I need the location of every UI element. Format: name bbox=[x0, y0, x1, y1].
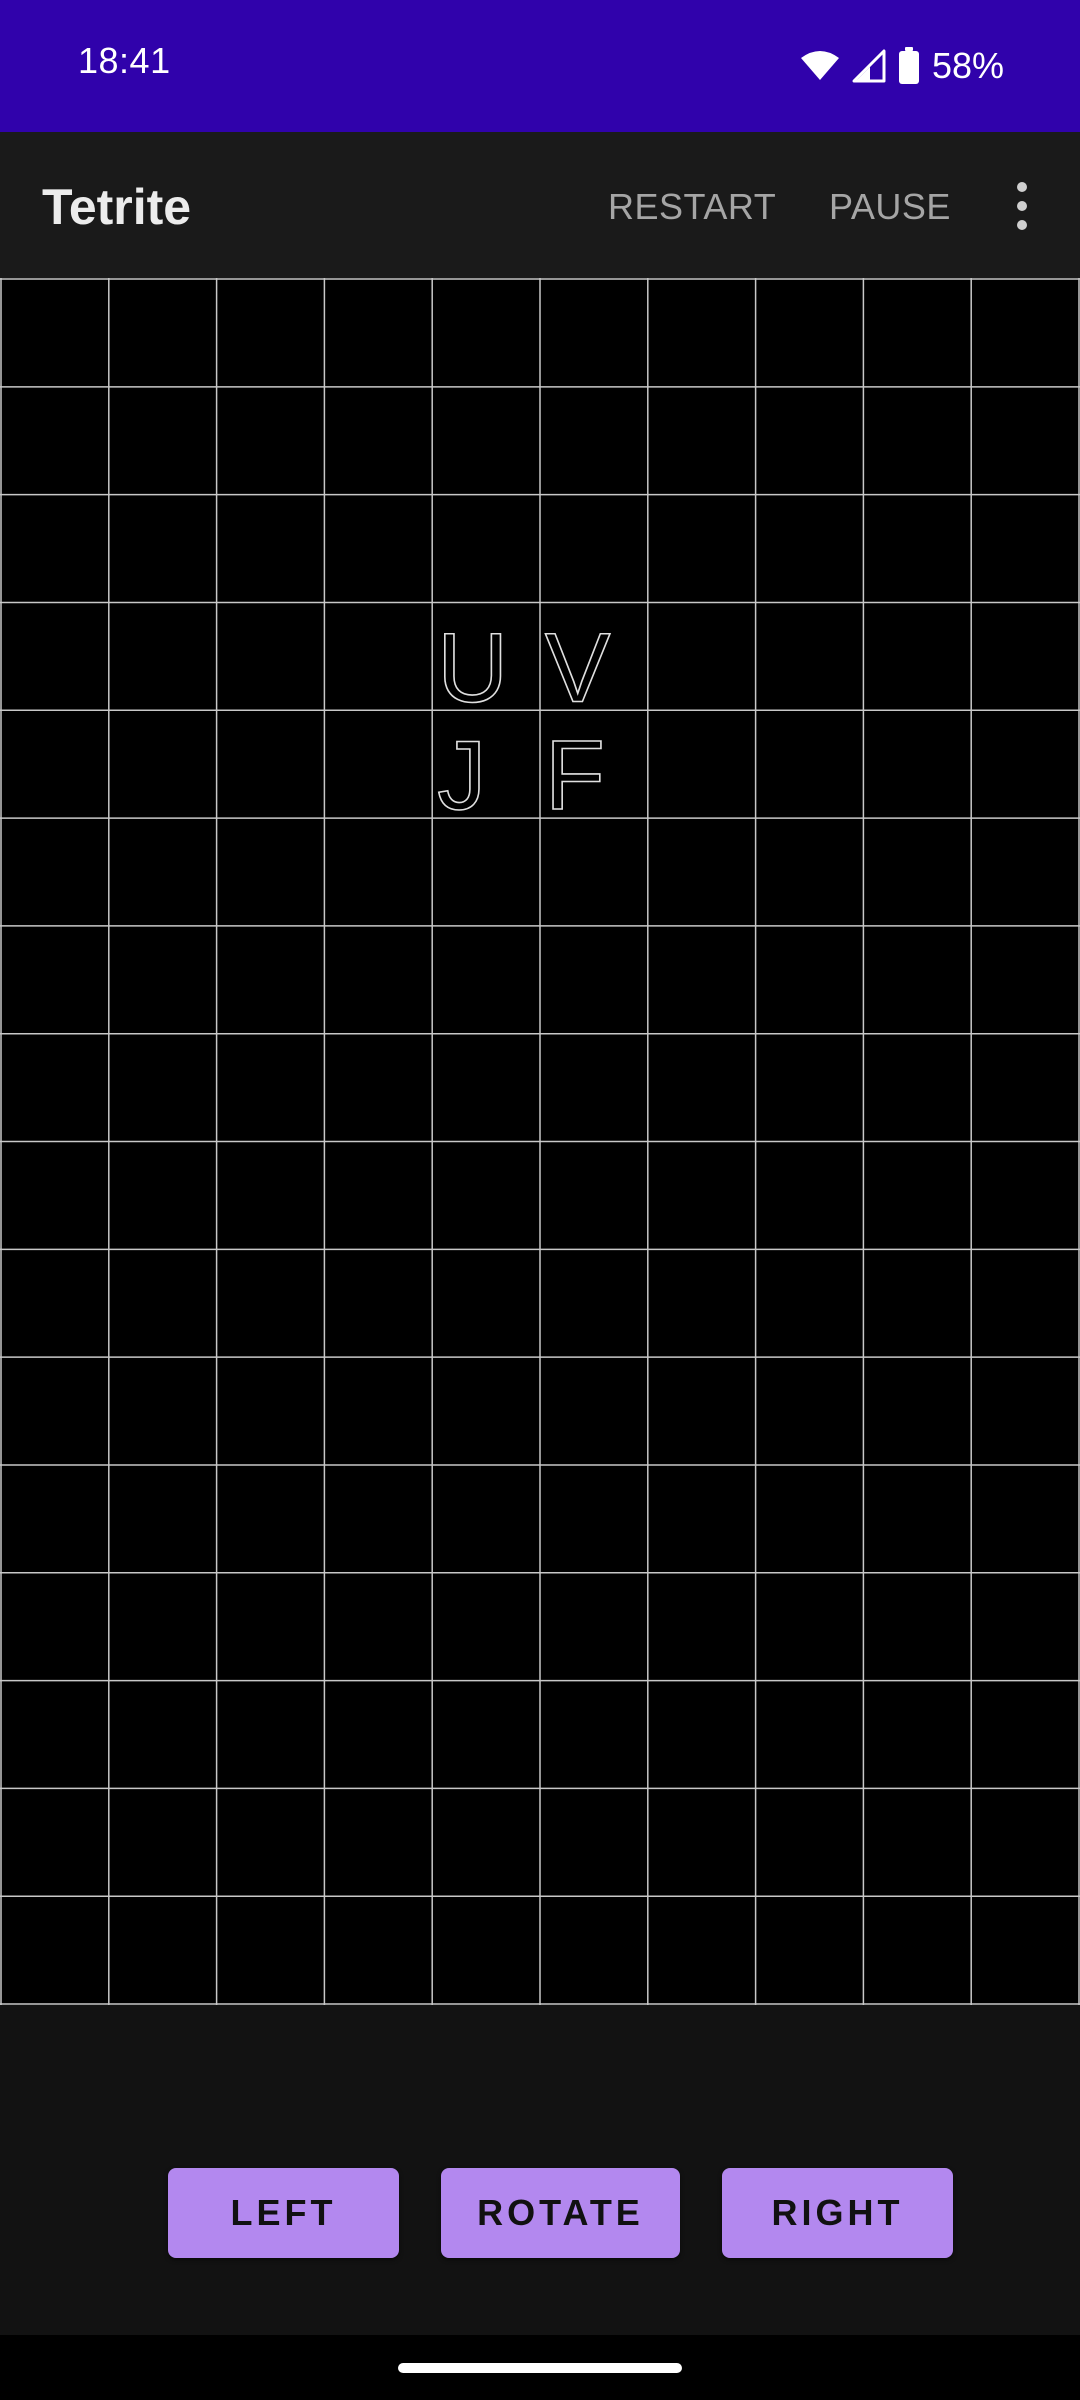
piece-letter: J bbox=[437, 720, 486, 830]
app-bar: Tetrite RESTART PAUSE bbox=[0, 132, 1080, 278]
game-grid: U VJ F bbox=[0, 278, 1080, 2005]
status-time: 18:41 bbox=[78, 40, 171, 81]
control-panel: LEFT ROTATE RIGHT bbox=[0, 2005, 1080, 2335]
more-vert-icon[interactable] bbox=[1002, 176, 1042, 236]
pause-button[interactable]: PAUSE bbox=[829, 186, 951, 228]
game-board[interactable]: UVJF bbox=[0, 278, 1080, 2005]
status-icons: 58% bbox=[800, 40, 1004, 92]
battery-percentage: 58% bbox=[931, 45, 1004, 86]
wifi-icon bbox=[800, 51, 839, 80]
piece-letter: U bbox=[437, 612, 508, 722]
battery-icon bbox=[898, 47, 919, 84]
piece-letter: V bbox=[545, 612, 610, 722]
cellular-signal-icon bbox=[852, 49, 886, 83]
left-button[interactable]: LEFT bbox=[168, 2168, 399, 2258]
piece-letter: F bbox=[545, 720, 605, 830]
rotate-button[interactable]: ROTATE bbox=[441, 2168, 680, 2258]
right-button[interactable]: RIGHT bbox=[722, 2168, 953, 2258]
navigation-bar bbox=[0, 2335, 1080, 2400]
restart-button[interactable]: RESTART bbox=[608, 186, 776, 228]
status-bar: 18:41 58% bbox=[0, 0, 1080, 132]
home-gesture-handle[interactable] bbox=[398, 2363, 682, 2373]
app-title: Tetrite bbox=[42, 179, 192, 235]
